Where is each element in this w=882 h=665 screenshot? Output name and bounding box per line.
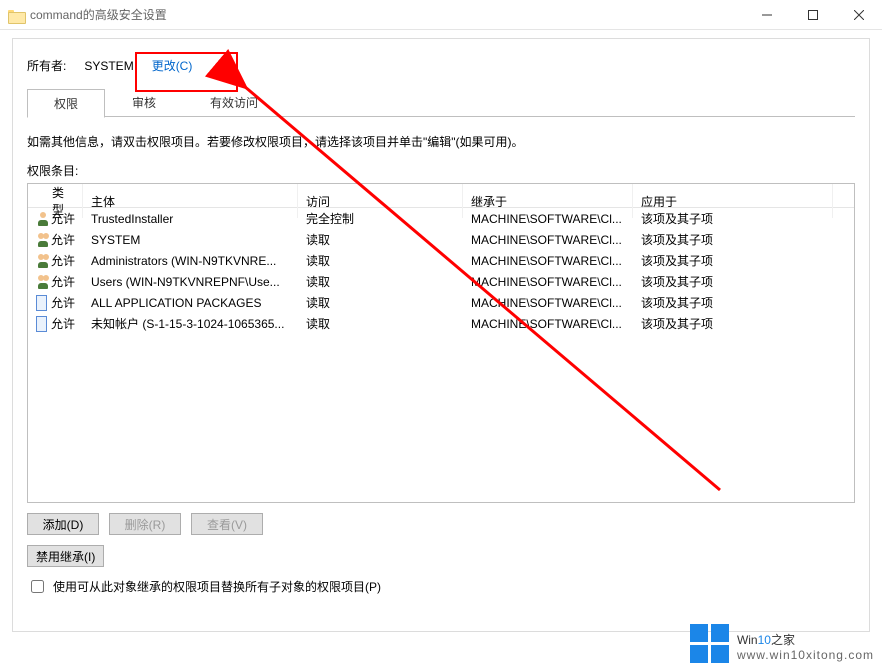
tab-effective-access[interactable]: 有效访问 <box>183 88 285 117</box>
cell-inherited: MACHINE\SOFTWARE\Cl... <box>463 296 633 310</box>
view-button[interactable]: 查看(V) <box>191 513 263 535</box>
table-row[interactable]: 允许SYSTEM读取MACHINE\SOFTWARE\Cl...该项及其子项 <box>28 229 854 250</box>
content-area: 所有者: SYSTEM 更改(C) 权限 审核 有效访问 如需其他信息，请双击权… <box>0 30 882 642</box>
cell-applies: 该项及其子项 <box>633 210 833 227</box>
watermark-brand: Win10之家 <box>737 625 874 649</box>
cell-principal: ALL APPLICATION PACKAGES <box>83 296 298 310</box>
cell-access: 读取 <box>298 231 463 248</box>
watermark-url: www.win10xitong.com <box>737 649 874 662</box>
users-icon <box>36 253 47 269</box>
close-button[interactable] <box>836 0 882 30</box>
cell-inherited: MACHINE\SOFTWARE\Cl... <box>463 254 633 268</box>
cell-inherited: MACHINE\SOFTWARE\Cl... <box>463 275 633 289</box>
replace-children-row[interactable]: 使用可从此对象继承的权限项目替换所有子对象的权限项目(P) <box>27 577 855 596</box>
main-panel: 所有者: SYSTEM 更改(C) 权限 审核 有效访问 如需其他信息，请双击权… <box>12 38 870 632</box>
table-row[interactable]: 允许ALL APPLICATION PACKAGES读取MACHINE\SOFT… <box>28 292 854 313</box>
table-row[interactable]: 允许TrustedInstaller完全控制MACHINE\SOFTWARE\C… <box>28 208 854 229</box>
folder-icon <box>8 8 24 22</box>
cell-applies: 该项及其子项 <box>633 294 833 311</box>
generic-icon <box>36 295 47 311</box>
tab-permissions[interactable]: 权限 <box>27 89 105 118</box>
list-header: 类型 主体 访问 继承于 应用于 <box>28 184 854 208</box>
permission-list[interactable]: 类型 主体 访问 继承于 应用于 允许TrustedInstaller完全控制M… <box>27 183 855 503</box>
tab-strip: 权限 审核 有效访问 <box>27 88 855 117</box>
remove-button[interactable]: 删除(R) <box>109 513 181 535</box>
users-icon <box>36 274 47 290</box>
replace-children-checkbox[interactable] <box>31 580 44 593</box>
owner-label: 所有者: <box>27 57 66 74</box>
cell-access: 读取 <box>298 273 463 290</box>
cell-inherited: MACHINE\SOFTWARE\Cl... <box>463 317 633 331</box>
cell-applies: 该项及其子项 <box>633 231 833 248</box>
cell-type: 允许 <box>28 231 83 248</box>
cell-access: 读取 <box>298 294 463 311</box>
cell-inherited: MACHINE\SOFTWARE\Cl... <box>463 233 633 247</box>
minimize-button[interactable] <box>744 0 790 30</box>
table-row[interactable]: 允许未知帐户 (S-1-15-3-1024-1065365...读取MACHIN… <box>28 313 854 334</box>
replace-children-label: 使用可从此对象继承的权限项目替换所有子对象的权限项目(P) <box>53 578 381 595</box>
maximize-button[interactable] <box>790 0 836 30</box>
add-button[interactable]: 添加(D) <box>27 513 99 535</box>
cell-principal: SYSTEM <box>83 233 298 247</box>
cell-type: 允许 <box>28 210 83 227</box>
cell-applies: 该项及其子项 <box>633 273 833 290</box>
table-row[interactable]: 允许Users (WIN-N9TKVNREPNF\Use...读取MACHINE… <box>28 271 854 292</box>
cell-type: 允许 <box>28 294 83 311</box>
button-row-2: 禁用继承(I) <box>27 545 855 567</box>
info-text: 如需其他信息，请双击权限项目。若要修改权限项目，请选择该项目并单击"编辑"(如果… <box>27 133 855 150</box>
cell-principal: Administrators (WIN-N9TKVNRE... <box>83 254 298 268</box>
cell-inherited: MACHINE\SOFTWARE\Cl... <box>463 212 633 226</box>
watermark: Win10之家 www.win10xitong.com <box>690 624 874 663</box>
cell-principal: TrustedInstaller <box>83 212 298 226</box>
disable-inherit-button[interactable]: 禁用继承(I) <box>27 545 104 567</box>
change-owner-link[interactable]: 更改(C) <box>152 57 193 74</box>
cell-applies: 该项及其子项 <box>633 252 833 269</box>
cell-access: 读取 <box>298 252 463 269</box>
users-icon <box>36 232 47 248</box>
window-titlebar: command的高级安全设置 <box>0 0 882 30</box>
cell-type: 允许 <box>28 252 83 269</box>
cell-principal: Users (WIN-N9TKVNREPNF\Use... <box>83 275 298 289</box>
windows-logo-icon <box>690 624 729 663</box>
window-title: command的高级安全设置 <box>30 6 167 23</box>
cell-type: 允许 <box>28 273 83 290</box>
cell-access: 完全控制 <box>298 210 463 227</box>
tab-auditing[interactable]: 审核 <box>105 88 183 117</box>
owner-row: 所有者: SYSTEM 更改(C) <box>27 57 855 74</box>
entries-label: 权限条目: <box>27 162 855 179</box>
owner-value: SYSTEM <box>84 59 133 73</box>
generic-icon <box>36 316 47 332</box>
button-row: 添加(D) 删除(R) 查看(V) <box>27 513 855 535</box>
tab-divider <box>27 116 855 117</box>
user-icon <box>36 211 47 227</box>
cell-principal: 未知帐户 (S-1-15-3-1024-1065365... <box>83 315 298 332</box>
cell-type: 允许 <box>28 315 83 332</box>
cell-access: 读取 <box>298 315 463 332</box>
cell-applies: 该项及其子项 <box>633 315 833 332</box>
table-row[interactable]: 允许Administrators (WIN-N9TKVNRE...读取MACHI… <box>28 250 854 271</box>
